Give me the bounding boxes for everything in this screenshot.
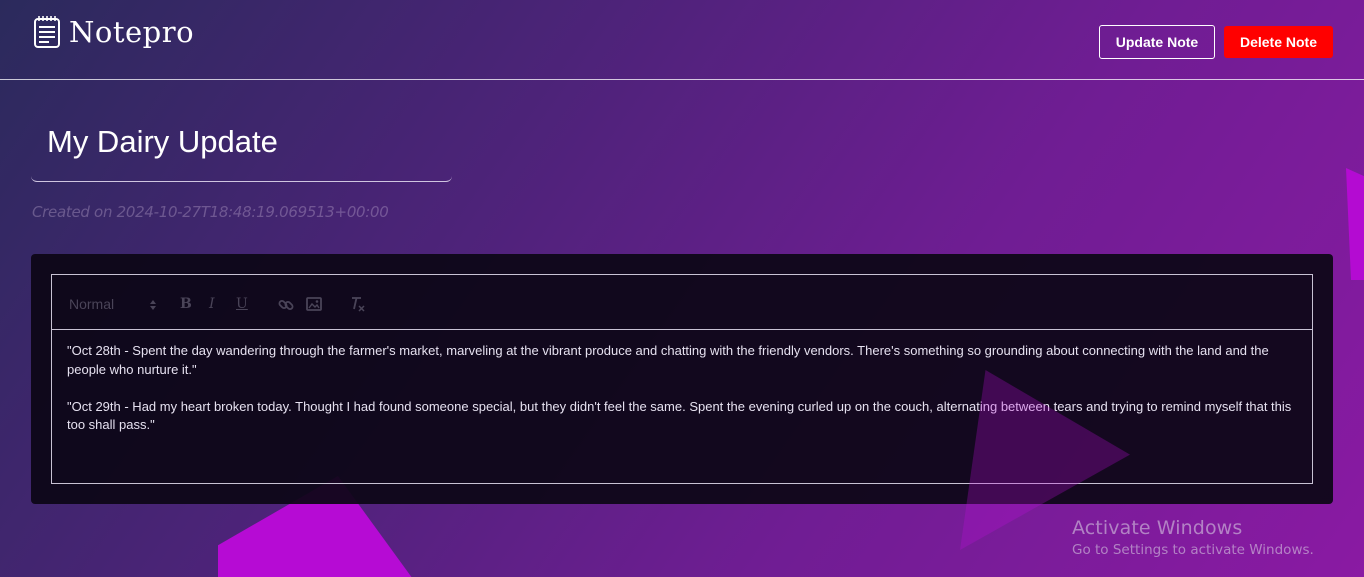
note-title-input[interactable] [47,124,437,160]
notepad-icon [34,16,60,48]
decorative-shape-right [1346,168,1364,280]
note-title-field[interactable] [31,110,452,182]
editor-toolbar: Normal B I U [52,275,1312,330]
app-header: Notepro Update Note Delete Note [0,0,1364,80]
select-arrows-icon [150,300,156,310]
update-note-button[interactable]: Update Note [1099,25,1215,59]
delete-note-button[interactable]: Delete Note [1224,26,1333,58]
bold-button[interactable]: B [180,296,192,312]
windows-activation-watermark: Activate Windows Go to Settings to activ… [1072,517,1314,558]
format-select[interactable]: Normal [69,296,157,312]
editor-content[interactable]: "Oct 28th - Spent the day wandering thro… [67,342,1297,453]
created-timestamp: Created on 2024-10-27T18:48:19.069513+00… [32,203,389,221]
watermark-title: Activate Windows [1072,517,1243,539]
watermark-subtitle: Go to Settings to activate Windows. [1072,542,1314,558]
editor-panel: Normal B I U "Oct 28th - Spent the day w… [31,254,1333,504]
link-icon[interactable] [278,297,294,313]
note-paragraph: "Oct 29th - Had my heart broken today. T… [67,398,1292,433]
image-icon[interactable] [306,297,322,311]
note-paragraph: "Oct 28th - Spent the day wandering thro… [67,343,1269,377]
app-name: Notepro [69,15,195,49]
underline-button[interactable]: U [236,296,248,312]
clear-format-icon[interactable] [349,296,365,312]
italic-button[interactable]: I [209,296,215,312]
app-logo[interactable]: Notepro [33,15,194,49]
format-select-value: Normal [69,296,115,312]
